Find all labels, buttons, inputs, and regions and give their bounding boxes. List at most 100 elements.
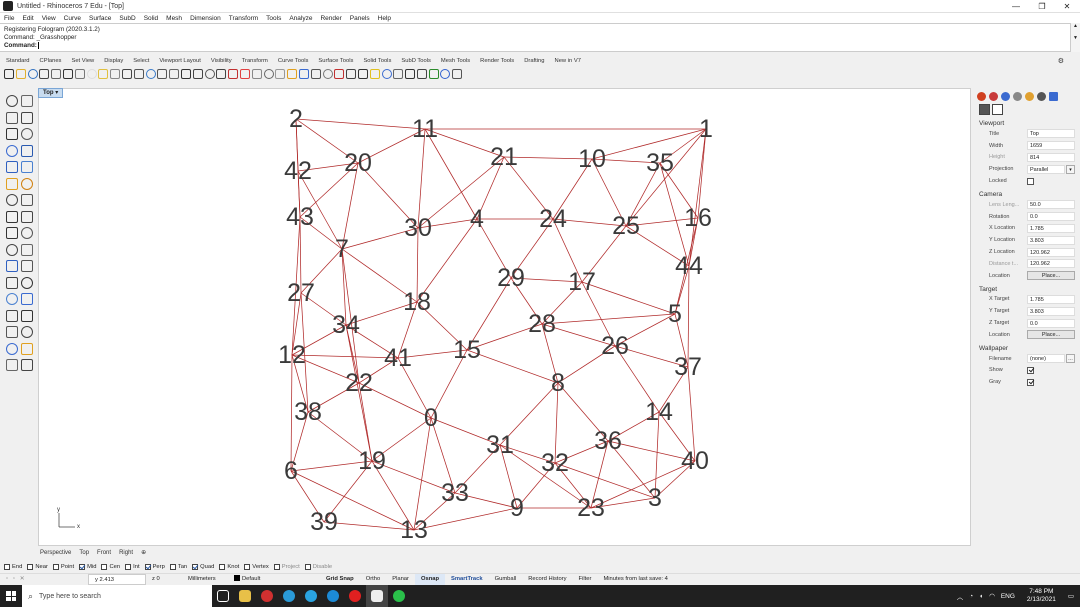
- libraries-tab-icon[interactable]: [1025, 91, 1034, 101]
- ortho-toggle[interactable]: Ortho: [360, 574, 387, 585]
- point-label[interactable]: 29: [497, 264, 525, 292]
- telegram-icon[interactable]: [300, 585, 322, 607]
- left-tool-icon[interactable]: [6, 111, 18, 124]
- osnap-toggle[interactable]: Osnap: [414, 574, 446, 585]
- left-tool-icon[interactable]: [21, 177, 33, 190]
- toolbar-tool-icon[interactable]: [157, 69, 168, 79]
- property-value[interactable]: 1659: [1027, 141, 1075, 151]
- toolbar-tab-standard[interactable]: Standard: [6, 58, 30, 64]
- top-viewport[interactable]: 2 11 1 42 20 21 10 35 43 30 4 24 25 16 7 29 17 44 27 18 5 34 2…: [38, 88, 971, 546]
- toolbar-tool-icon[interactable]: [275, 69, 286, 79]
- toolbar-tool-icon[interactable]: [145, 69, 156, 79]
- viewport-tab[interactable]: Top: [79, 550, 89, 556]
- menu-surface[interactable]: Surface: [89, 15, 111, 22]
- menu-panels[interactable]: Panels: [350, 15, 370, 22]
- menu-mesh[interactable]: Mesh: [166, 15, 182, 22]
- toolbar-tool-icon[interactable]: [334, 69, 345, 79]
- notifications-icon[interactable]: ▭: [1068, 592, 1074, 600]
- menu-curve[interactable]: Curve: [64, 15, 81, 22]
- opera-icon[interactable]: [344, 585, 366, 607]
- point-label[interactable]: 8: [551, 369, 565, 397]
- help-tab-icon[interactable]: [1013, 91, 1022, 101]
- checkbox[interactable]: [101, 564, 108, 570]
- osnap-int[interactable]: Int: [125, 564, 140, 570]
- toolbar-tool-icon[interactable]: [204, 69, 215, 79]
- left-tool-icon[interactable]: [6, 243, 18, 256]
- start-button[interactable]: [0, 585, 22, 607]
- point-label[interactable]: 26: [601, 332, 629, 360]
- left-tool-icon[interactable]: [6, 95, 18, 107]
- left-tool-icon[interactable]: [21, 144, 33, 157]
- left-tool-icon[interactable]: [21, 309, 33, 322]
- volume-icon[interactable]: ◖: [979, 593, 983, 600]
- app-red-icon[interactable]: [256, 585, 278, 607]
- menu-help[interactable]: Help: [378, 15, 391, 22]
- edge-2-11[interactable]: [295, 118, 426, 130]
- left-tool-icon[interactable]: [6, 359, 18, 371]
- point-label[interactable]: 1: [699, 115, 713, 143]
- point-label[interactable]: 34: [332, 311, 360, 339]
- skype-icon[interactable]: [322, 585, 344, 607]
- toolbar-tool-icon[interactable]: [98, 69, 109, 79]
- point-label[interactable]: 4: [470, 205, 484, 233]
- current-layer[interactable]: Default: [228, 574, 320, 585]
- checkbox[interactable]: [79, 564, 86, 570]
- osnap-disable[interactable]: Disable: [304, 564, 332, 570]
- toolbar-tool-icon[interactable]: [287, 69, 298, 79]
- point-label[interactable]: 5: [668, 300, 682, 328]
- property-checkbox[interactable]: [1027, 366, 1034, 374]
- point-label[interactable]: 13: [400, 516, 428, 544]
- property-checkbox[interactable]: [1027, 378, 1034, 386]
- menu-render[interactable]: Render: [320, 15, 341, 22]
- edge-browser-icon[interactable]: [278, 585, 300, 607]
- edge-32-3[interactable]: [554, 462, 656, 499]
- rhino-taskbar-icon[interactable]: [366, 585, 388, 607]
- left-tool-icon[interactable]: [21, 128, 33, 140]
- toolbar-tool-icon[interactable]: [452, 69, 463, 79]
- file-explorer-icon[interactable]: [234, 585, 256, 607]
- toolbar-tool-icon[interactable]: [428, 69, 439, 79]
- taskbar-search[interactable]: ⌕ Type here to search: [22, 585, 212, 607]
- osnap-tan[interactable]: Tan: [169, 564, 187, 570]
- menu-solid[interactable]: Solid: [144, 15, 158, 22]
- clock[interactable]: 7:48 PM 2/13/2021: [1024, 588, 1059, 604]
- point-label[interactable]: 36: [594, 427, 622, 455]
- language-indicator[interactable]: ENG: [1001, 593, 1015, 600]
- checkbox[interactable]: [144, 564, 151, 570]
- toolbar-tab-solid-tools[interactable]: Solid Tools: [363, 58, 391, 64]
- toolbar-tab-set-view[interactable]: Set View: [71, 58, 94, 64]
- osnap-vertex[interactable]: Vertex: [244, 564, 269, 570]
- point-label[interactable]: 30: [404, 214, 432, 242]
- osnap-quad[interactable]: Quad: [192, 564, 214, 570]
- checkbox[interactable]: [52, 564, 59, 570]
- point-label[interactable]: 19: [358, 447, 386, 475]
- toolbar-tab-subd-tools[interactable]: SubD Tools: [401, 58, 431, 64]
- toolbar-tab-select[interactable]: Select: [133, 58, 149, 64]
- toolbar-tool-icon[interactable]: [381, 69, 392, 79]
- camera-icon[interactable]: [979, 103, 990, 115]
- viewport-tab[interactable]: Right: [119, 550, 133, 556]
- left-tool-icon[interactable]: [6, 276, 18, 289]
- planar-toggle[interactable]: Planar: [386, 574, 415, 585]
- toolbar-tool-icon[interactable]: [180, 69, 191, 79]
- command-scrollbar[interactable]: ▲ ▼: [1070, 23, 1080, 52]
- menu-tools[interactable]: Tools: [266, 15, 281, 22]
- point-label[interactable]: 24: [539, 205, 567, 233]
- toolbar-tab-display[interactable]: Display: [104, 58, 123, 64]
- toolbar-tab-visibility[interactable]: Visibility: [211, 58, 232, 64]
- left-tool-icon[interactable]: [21, 359, 33, 371]
- whatsapp-icon[interactable]: [388, 585, 410, 607]
- left-tool-icon[interactable]: [6, 293, 18, 305]
- toolbar-tool-icon[interactable]: [369, 69, 380, 79]
- toolbar-tool-icon[interactable]: [15, 69, 26, 79]
- left-tool-icon[interactable]: [6, 177, 18, 190]
- toolbar-tool-icon[interactable]: [228, 69, 239, 79]
- layers-tab-icon[interactable]: [989, 91, 998, 101]
- left-tool-icon[interactable]: [21, 260, 33, 272]
- toolbar-tab-transform[interactable]: Transform: [242, 58, 268, 64]
- left-tool-icon[interactable]: [6, 342, 18, 355]
- checkbox[interactable]: [192, 564, 199, 570]
- osnap-cen[interactable]: Cen: [101, 564, 120, 570]
- menu-subd[interactable]: SubD: [119, 15, 135, 22]
- edge-12-6[interactable]: [290, 354, 293, 472]
